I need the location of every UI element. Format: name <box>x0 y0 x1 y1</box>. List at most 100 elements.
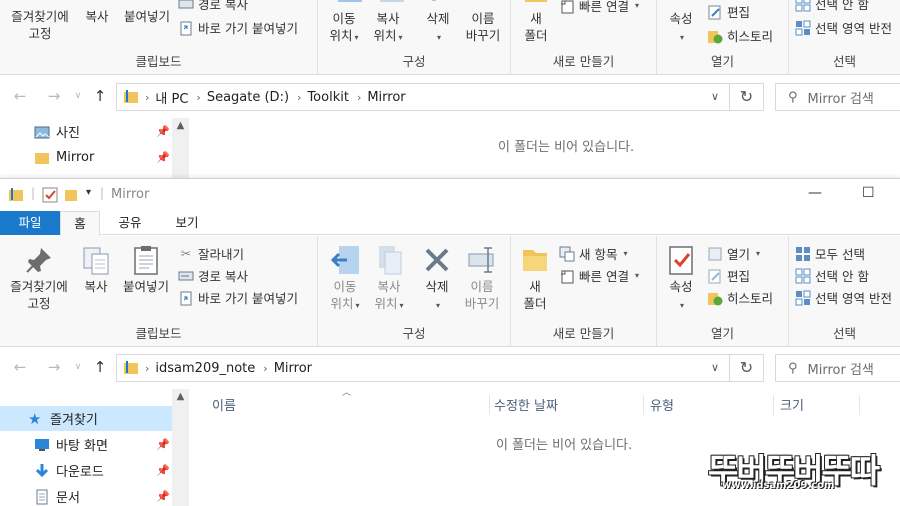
recent-locations-button[interactable]: ∨ <box>68 357 88 377</box>
easy-access-button-back[interactable]: 빠른 연결 ▾ <box>559 0 639 15</box>
up-button[interactable]: ↑ <box>90 357 110 377</box>
scroll-up-icon[interactable]: ▲ <box>172 120 189 131</box>
invert-selection-button[interactable]: 선택 영역 반전 <box>795 288 892 307</box>
scroll-up-icon[interactable]: ▲ <box>172 391 189 402</box>
pin-quick-access-button-back[interactable]: 즐겨찾기에 고정 <box>6 8 74 42</box>
copy-to-button[interactable]: 복사 위치 ▾ <box>368 244 410 314</box>
minimize-button[interactable]: — <box>808 185 822 201</box>
nav-scrollbar[interactable]: ▲ <box>172 389 189 506</box>
nav-item-quick-access[interactable]: ★ 즐겨찾기 <box>0 406 172 431</box>
edit-button-back[interactable]: 편집 <box>707 2 750 21</box>
refresh-button-back[interactable]: ↻ <box>730 83 764 111</box>
pin-icon: 📌 <box>156 490 170 503</box>
group-label-new-back: 새로 만들기 <box>552 54 615 69</box>
tab-file[interactable]: 파일 <box>0 211 60 235</box>
nav-item-desktop[interactable]: 바탕 화면 📌 <box>0 432 172 457</box>
copy-to-button-back[interactable]: 복사 위치 ▾ <box>368 10 408 46</box>
copy-button-back[interactable]: 복사 <box>80 8 114 25</box>
back-button[interactable]: ← <box>10 357 30 377</box>
select-none-icon <box>795 268 811 283</box>
forward-button-back[interactable]: → <box>44 86 64 106</box>
delete-button-back[interactable]: 삭제 ▾ <box>420 10 456 46</box>
rename-button[interactable]: 이름 바꾸기 <box>458 244 506 312</box>
breadcrumb-separator: › <box>297 90 302 104</box>
invert-selection-button-back[interactable]: 선택 영역 반전 <box>795 18 892 37</box>
group-new: 새 폴더 새 항목 ▾ 빠른 연결 ▾ 새로 만들기 <box>511 236 657 346</box>
address-bar-back[interactable]: › 내 PC › Seagate (D:) › Toolkit › Mirror… <box>116 83 730 111</box>
copy-path-button[interactable]: 경로 복사 <box>178 266 248 285</box>
history-button-back[interactable]: 히스토리 <box>707 26 773 45</box>
chevron-down-icon[interactable]: ∨ <box>711 361 719 374</box>
tab-share[interactable]: 공유 <box>106 211 154 235</box>
search-input-back[interactable]: ⚲ Mirror 검색 <box>775 83 900 111</box>
copy-path-button-back[interactable]: 경로 복사 <box>178 0 248 13</box>
nav-item-pictures[interactable]: 사진 📌 <box>0 119 172 144</box>
history-icon <box>708 30 723 43</box>
paste-shortcut-button[interactable]: 바로 가기 붙여넣기 <box>178 288 298 307</box>
column-header-type[interactable]: 유형 <box>648 395 774 415</box>
new-item-button[interactable]: 새 항목 ▾ <box>559 244 628 263</box>
cut-button[interactable]: ✂ 잘라내기 <box>178 244 244 263</box>
nav-item-mirror[interactable]: Mirror 📌 <box>0 145 172 170</box>
breadcrumb-item[interactable]: Mirror <box>367 90 405 105</box>
select-none-button[interactable]: 선택 안 함 <box>795 266 869 285</box>
nav-item-downloads[interactable]: 다운로드 📌 <box>0 458 172 483</box>
maximize-button[interactable]: ☐ <box>862 185 875 201</box>
ribbon-front: 즐겨찾기에고정 복사 붙여넣기 ✂ 잘라내기 경로 복사 바로 가기 붙여넣기 <box>0 236 900 347</box>
customize-toolbar-icon[interactable]: ▾ <box>86 187 91 198</box>
invert-selection-icon <box>795 20 811 35</box>
group-label-select: 선택 <box>832 326 856 341</box>
breadcrumb-item[interactable]: Toolkit <box>307 90 349 105</box>
window-title: Mirror <box>111 187 150 202</box>
group-clipboard-back: 즐겨찾기에 고정 복사 붙여넣기 경로 복사 바로 가기 붙여넣기 클립보드 <box>0 0 318 74</box>
new-folder-button[interactable]: 새 폴더 <box>517 244 553 312</box>
address-bar[interactable]: › idsam209_note › Mirror ∨ <box>116 354 730 382</box>
recent-locations-button-back[interactable]: ∨ <box>68 86 88 106</box>
open-icon <box>708 247 722 260</box>
move-to-button-back[interactable]: 이동 위치 ▾ <box>326 10 362 46</box>
pin-quick-access-button[interactable]: 즐겨찾기에 고정 <box>4 244 74 312</box>
up-button-back[interactable]: ↑ <box>90 86 110 106</box>
edit-button[interactable]: 편집 <box>707 266 750 285</box>
breadcrumb-item[interactable]: idsam209_note <box>155 361 255 376</box>
tab-home[interactable]: 홈 <box>60 211 100 236</box>
column-header-date-modified[interactable]: 수정한 날짜 <box>492 395 644 415</box>
properties-button[interactable]: 속성 ▾ <box>663 244 699 314</box>
breadcrumb-item[interactable]: Seagate (D:) <box>207 90 289 105</box>
breadcrumb-item[interactable]: 내 PC <box>155 88 188 107</box>
column-header-size[interactable]: 크기 <box>778 395 860 415</box>
rename-button-back[interactable]: 이름 바꾸기 <box>460 10 506 44</box>
back-button-back[interactable]: ← <box>10 86 30 106</box>
properties-check-icon[interactable] <box>42 187 58 203</box>
chevron-down-icon[interactable]: ∨ <box>711 90 719 103</box>
select-all-button[interactable]: 모두 선택 <box>795 244 865 263</box>
pin-icon: 📌 <box>156 151 170 164</box>
rename-icon <box>466 0 494 4</box>
new-folder-quick-icon[interactable] <box>64 187 78 203</box>
new-item-icon <box>559 246 575 261</box>
copy-button[interactable]: 복사 <box>78 244 114 295</box>
group-organize: 이동 위치 ▾ 복사 위치 ▾ 삭제 ▾ 이름 바꾸기 구성 <box>318 236 511 346</box>
paste-button-back[interactable]: 붙여넣기 <box>120 8 174 25</box>
history-button[interactable]: 히스토리 <box>707 288 773 307</box>
paste-button[interactable]: 붙여넣기 <box>118 244 174 295</box>
open-button[interactable]: 열기 ▾ <box>707 244 760 263</box>
new-folder-button-back[interactable]: 새 폴더 <box>519 10 553 44</box>
easy-access-button[interactable]: 빠른 연결 ▾ <box>559 266 639 285</box>
search-input[interactable]: ⚲ Mirror 검색 <box>775 354 900 382</box>
nav-scrollbar-back[interactable]: ▲ <box>172 118 189 178</box>
address-row: ← → ∨ ↑ › idsam209_note › Mirror ∨ ↻ ⚲ M… <box>0 347 900 387</box>
group-label-organize-back: 구성 <box>402 54 426 69</box>
move-to-button[interactable]: 이동 위치 ▾ <box>324 244 366 314</box>
breadcrumb-item[interactable]: Mirror <box>274 361 312 376</box>
properties-button-back[interactable]: 속성 ▾ <box>663 10 699 46</box>
delete-button[interactable]: 삭제 ▾ <box>418 244 456 314</box>
paste-shortcut-button-back[interactable]: 바로 가기 붙여넣기 <box>178 18 298 37</box>
copy-to-icon <box>379 246 402 275</box>
forward-button[interactable]: → <box>44 357 64 377</box>
tab-view[interactable]: 보기 <box>162 211 212 235</box>
select-none-button-back[interactable]: 선택 안 함 <box>795 0 869 13</box>
column-header-name[interactable]: 이름 <box>210 395 490 415</box>
refresh-button[interactable]: ↻ <box>730 354 764 382</box>
nav-item-documents[interactable]: 문서 📌 <box>0 484 172 506</box>
